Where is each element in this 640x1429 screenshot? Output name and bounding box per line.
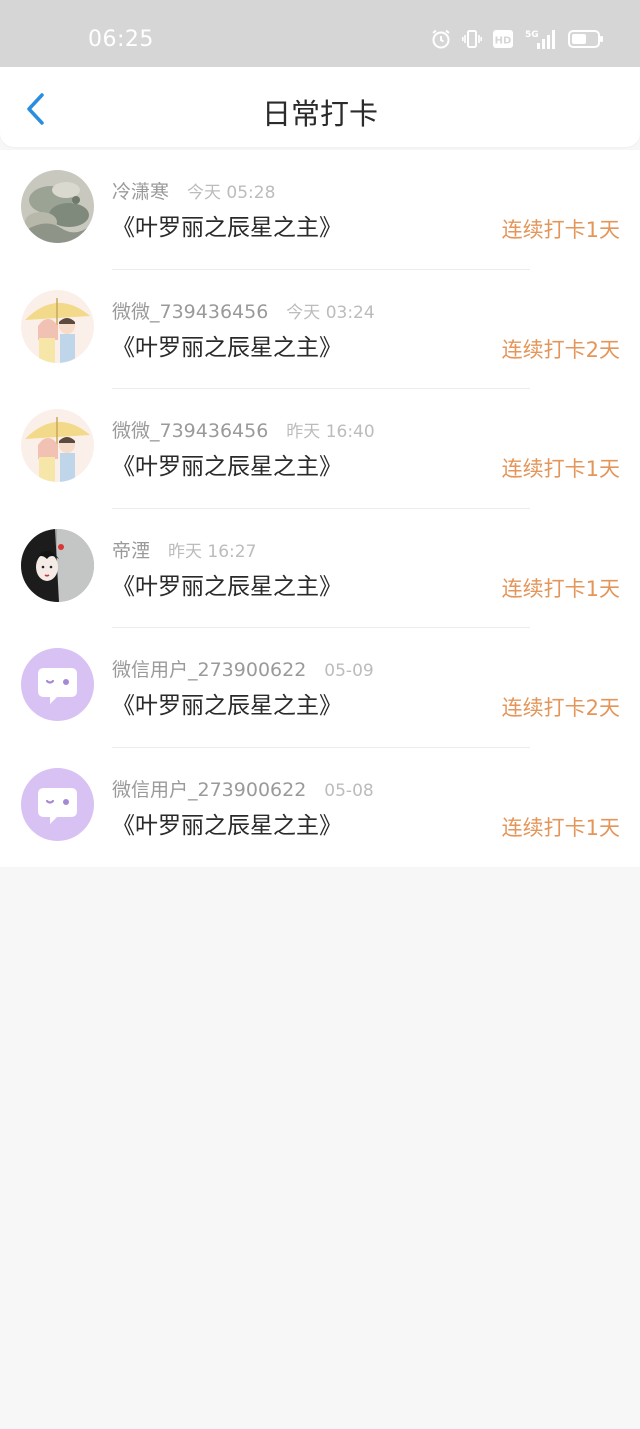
5g-signal-icon: 5G (525, 30, 555, 49)
book-title[interactable]: 《叶罗丽之辰星之主》 (112, 806, 342, 840)
user-line: 微微_739436456 昨天 16:40 (112, 416, 375, 443)
checkin-list: 冷潇寒 今天 05:28 《叶罗丽之辰星之主》 连续打卡1天 微微_739436… (0, 150, 640, 867)
avatar[interactable] (21, 170, 94, 243)
user-name[interactable]: 微信用户_273900622 (112, 655, 306, 682)
book-title[interactable]: 《叶罗丽之辰星之主》 (112, 208, 342, 242)
hd-icon: HD (493, 30, 513, 48)
user-line: 帝湮 昨天 16:27 (112, 536, 256, 563)
hd-label: HD (495, 36, 512, 47)
book-title[interactable]: 《叶罗丽之辰星之主》 (112, 567, 342, 601)
book-title[interactable]: 《叶罗丽之辰星之主》 (112, 328, 342, 362)
book-title[interactable]: 《叶罗丽之辰星之主》 (112, 686, 342, 720)
user-line: 微信用户_273900622 05-09 (112, 655, 374, 682)
checkin-row[interactable]: 微微_739436456 今天 03:24 《叶罗丽之辰星之主》 连续打卡2天 (0, 270, 640, 389)
post-time: 05-08 (324, 780, 374, 801)
streak-label: 连续打卡1天 (501, 815, 620, 840)
user-line: 微信用户_273900622 05-08 (112, 775, 374, 802)
avatar[interactable] (21, 648, 94, 721)
user-name[interactable]: 微信用户_273900622 (112, 775, 306, 802)
checkin-row[interactable]: 微微_739436456 昨天 16:40 《叶罗丽之辰星之主》 连续打卡1天 (0, 389, 640, 509)
avatar[interactable] (21, 767, 94, 841)
streak-label: 连续打卡1天 (501, 576, 620, 601)
streak-label: 连续打卡2天 (501, 337, 620, 362)
status-bar: 06:25 HD 5G (0, 0, 640, 67)
avatar[interactable] (21, 409, 94, 482)
user-name[interactable]: 微微_739436456 (112, 297, 268, 324)
post-time: 今天 05:28 (187, 183, 276, 203)
vibrate-icon (462, 30, 482, 48)
checkin-row[interactable]: 微信用户_273900622 05-08 《叶罗丽之辰星之主》 连续打卡1天 (0, 748, 640, 868)
page-title: 日常打卡 (261, 97, 378, 131)
user-name[interactable]: 微微_739436456 (112, 416, 268, 443)
streak-label: 连续打卡2天 (501, 696, 620, 720)
user-line: 冷潇寒 今天 05:28 (112, 177, 275, 204)
post-time: 05-09 (324, 661, 374, 681)
avatar[interactable] (21, 289, 94, 363)
streak-label: 连续打卡1天 (501, 218, 620, 242)
book-title[interactable]: 《叶罗丽之辰星之主》 (112, 447, 342, 481)
checkin-row[interactable]: 帝湮 昨天 16:27 《叶罗丽之辰星之主》 连续打卡1天 (0, 509, 640, 628)
post-time: 昨天 16:40 (286, 422, 375, 442)
streak-label: 连续打卡1天 (501, 457, 620, 481)
alarm-icon (432, 29, 450, 49)
status-icons: HD 5G (430, 28, 604, 50)
post-time: 昨天 16:27 (168, 541, 257, 562)
user-line: 微微_739436456 今天 03:24 (112, 297, 375, 324)
checkin-row[interactable]: 微信用户_273900622 05-09 《叶罗丽之辰星之主》 连续打卡2天 (0, 628, 640, 748)
network-label: 5G (525, 30, 539, 40)
user-name[interactable]: 冷潇寒 (112, 177, 169, 204)
battery-icon (568, 30, 603, 48)
header: 日常打卡 (0, 67, 640, 147)
status-time: 06:25 (88, 27, 154, 52)
avatar[interactable] (21, 528, 94, 602)
post-time: 今天 03:24 (286, 302, 375, 323)
user-name[interactable]: 帝湮 (112, 536, 150, 563)
checkin-row[interactable]: 冷潇寒 今天 05:28 《叶罗丽之辰星之主》 连续打卡1天 (0, 150, 640, 270)
